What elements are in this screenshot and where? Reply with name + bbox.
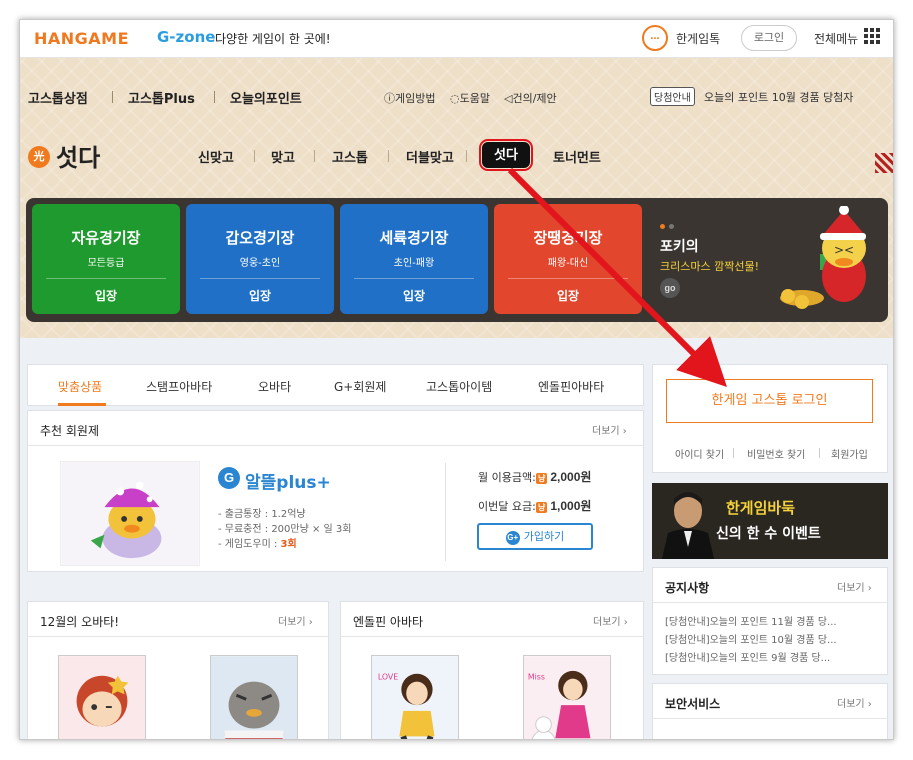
browser-viewport: HANGAME G-zone 다양한 게임이 한 곳에! ... 한게임톡 로그… [19,19,894,740]
annotation-arrow [507,167,727,387]
